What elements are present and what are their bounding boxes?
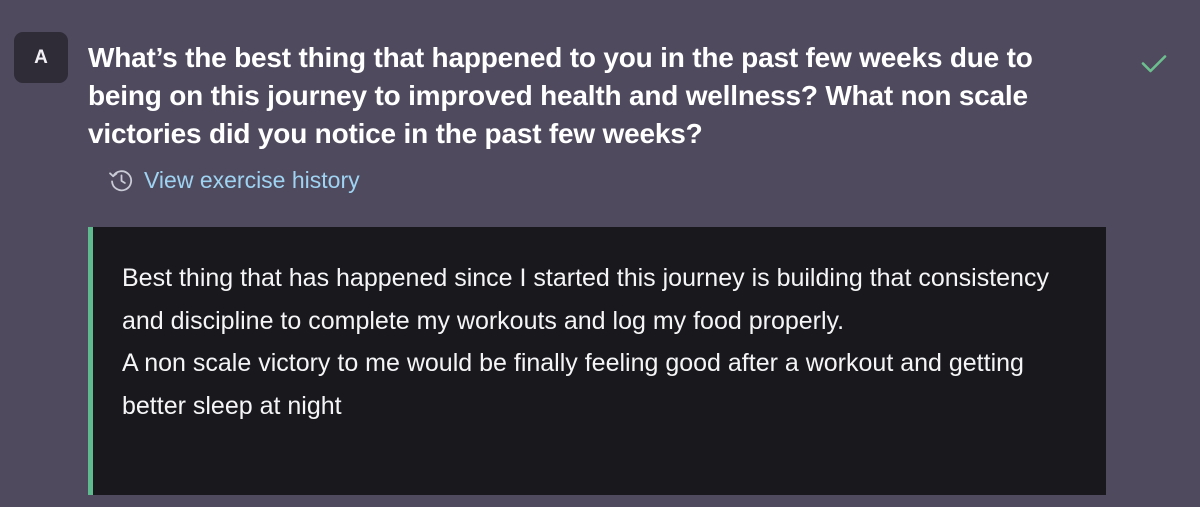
avatar-badge: A (14, 32, 68, 83)
answer-text: Best thing that has happened since I sta… (122, 257, 1082, 427)
check-icon (1141, 55, 1167, 73)
view-exercise-history-link[interactable]: View exercise history (108, 164, 360, 196)
avatar-letter: A (34, 46, 48, 68)
history-link-label: View exercise history (144, 166, 360, 193)
question-title: What’s the best thing that happened to y… (88, 42, 1033, 149)
answer-paragraph: A non scale victory to me would be final… (122, 349, 1024, 420)
answer-box: Best thing that has happened since I sta… (88, 227, 1106, 495)
history-icon (109, 169, 133, 191)
answer-paragraph: Best thing that has happened since I sta… (122, 264, 1049, 335)
